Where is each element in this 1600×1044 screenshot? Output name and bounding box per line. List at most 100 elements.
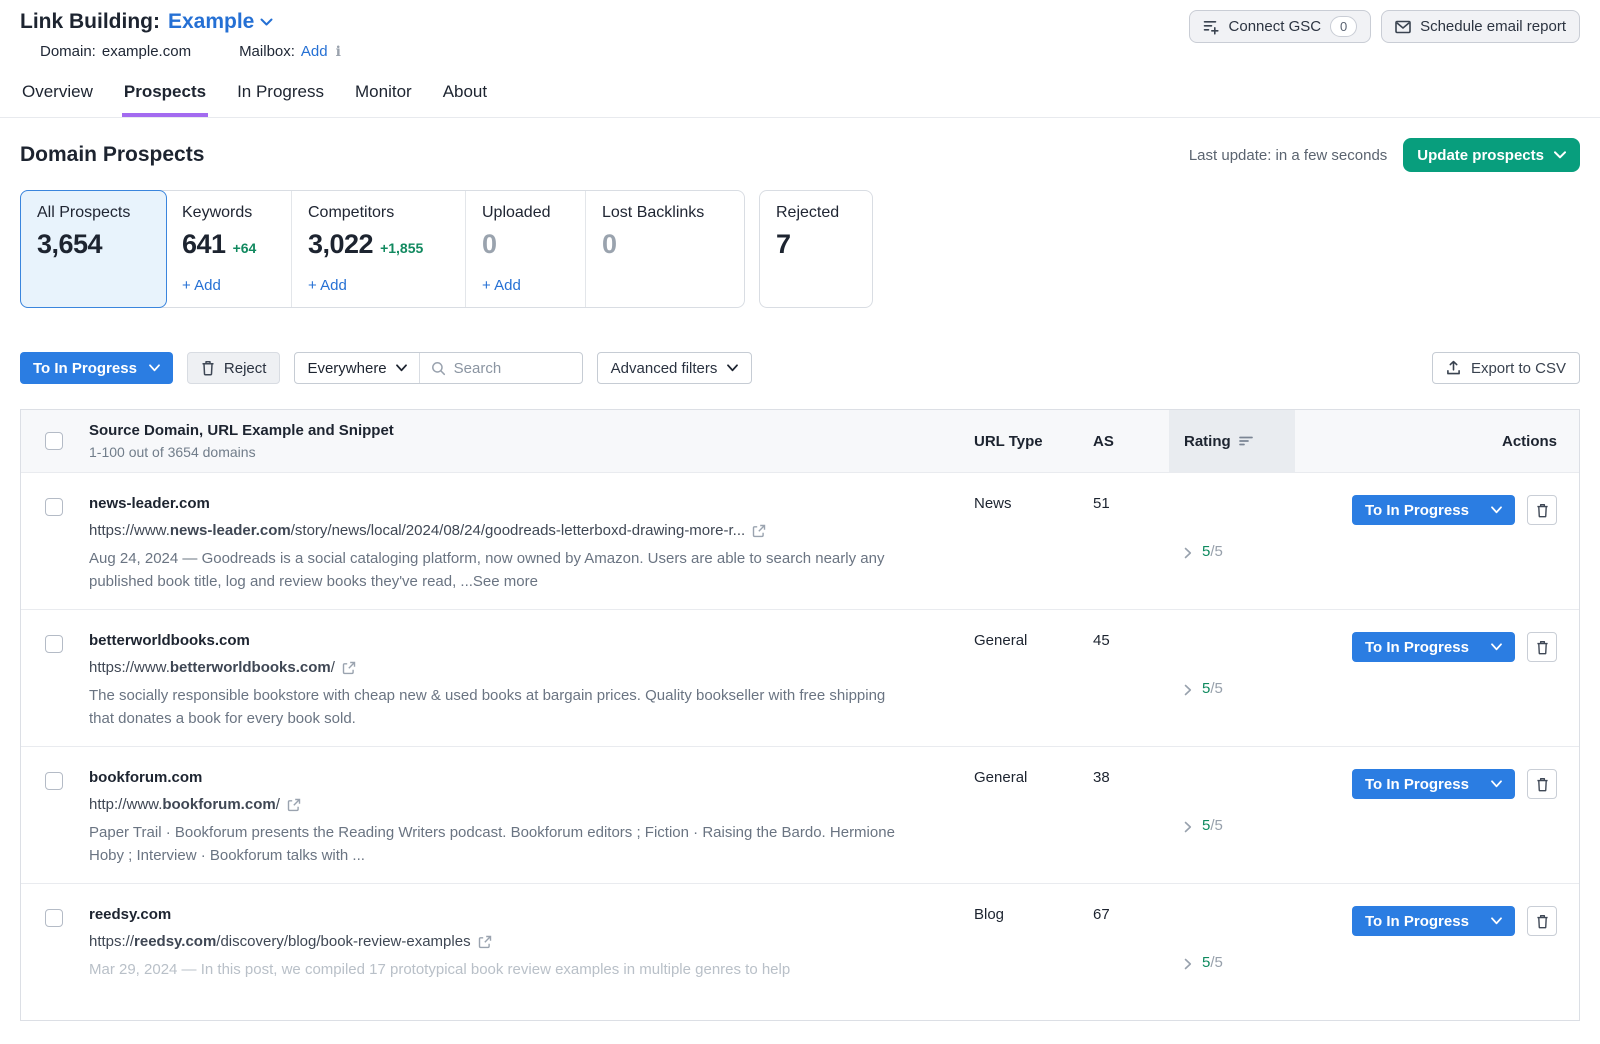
external-link-icon[interactable] bbox=[752, 524, 766, 538]
search-input[interactable] bbox=[454, 360, 564, 377]
reject-button[interactable]: Reject bbox=[187, 352, 281, 384]
url-example: https://reedsy.com/discovery/blog/book-r… bbox=[89, 933, 928, 950]
url-text: https://reedsy.com/discovery/blog/book-r… bbox=[89, 933, 471, 950]
row-delete-button[interactable] bbox=[1527, 632, 1557, 662]
chevron-down-icon bbox=[1554, 151, 1566, 159]
row-checkbox[interactable] bbox=[45, 772, 63, 790]
tab-in-progress[interactable]: In Progress bbox=[235, 80, 326, 117]
domain-value: example.com bbox=[102, 43, 191, 60]
as-value: 45 bbox=[1093, 632, 1110, 649]
page-title: Link Building: Example bbox=[20, 10, 361, 34]
row-checkbox[interactable] bbox=[45, 498, 63, 516]
header-buttons: Connect GSC 0 Schedule email report bbox=[1189, 10, 1580, 43]
external-link-icon[interactable] bbox=[342, 661, 356, 675]
row-checkbox[interactable] bbox=[45, 635, 63, 653]
mailbox-add-link[interactable]: Add bbox=[301, 43, 328, 60]
tab-about[interactable]: About bbox=[441, 80, 489, 117]
card-uploaded[interactable]: Uploaded 0 + Add bbox=[466, 191, 586, 307]
to-in-progress-label: To In Progress bbox=[33, 360, 137, 377]
url-example: https://www.betterworldbooks.com/ bbox=[89, 659, 928, 676]
source-domain: bookforum.com bbox=[89, 769, 928, 786]
top-header: Link Building: Example Domain: example.c… bbox=[0, 0, 1600, 60]
table-row: news-leader.com https://www.news-leader.… bbox=[21, 472, 1579, 609]
tab-monitor[interactable]: Monitor bbox=[353, 80, 414, 117]
external-link-icon[interactable] bbox=[287, 798, 301, 812]
row-checkbox[interactable] bbox=[45, 909, 63, 927]
card-keywords[interactable]: Keywords 641 +64 + Add bbox=[166, 191, 292, 307]
tab-prospects[interactable]: Prospects bbox=[122, 80, 208, 117]
card-value: 0 bbox=[602, 229, 617, 260]
row-action-label: To In Progress bbox=[1365, 639, 1469, 656]
card-rejected[interactable]: Rejected 7 bbox=[759, 190, 873, 308]
snippet-text: Mar 29, 2024 — In this post, we compiled… bbox=[89, 958, 909, 981]
add-keywords-link[interactable]: + Add bbox=[182, 277, 275, 294]
expand-rating-chevron-icon[interactable] bbox=[1184, 821, 1192, 833]
card-value: 3,022 bbox=[308, 229, 373, 260]
row-to-in-progress-button[interactable]: To In Progress bbox=[1352, 906, 1515, 936]
card-value: 641 bbox=[182, 229, 226, 260]
row-delete-button[interactable] bbox=[1527, 495, 1557, 525]
row-to-in-progress-button[interactable]: To In Progress bbox=[1352, 495, 1515, 525]
col-source-header: Source Domain, URL Example and Snippet bbox=[89, 422, 942, 439]
row-delete-button[interactable] bbox=[1527, 769, 1557, 799]
row-to-in-progress-button[interactable]: To In Progress bbox=[1352, 632, 1515, 662]
schedule-email-report-label: Schedule email report bbox=[1420, 18, 1566, 35]
add-uploaded-link[interactable]: + Add bbox=[482, 277, 569, 294]
url-text: https://www.news-leader.com/story/news/l… bbox=[89, 522, 745, 539]
expand-rating-chevron-icon[interactable] bbox=[1184, 684, 1192, 696]
chevron-down-icon bbox=[260, 18, 273, 27]
select-all-checkbox[interactable] bbox=[45, 432, 63, 450]
project-name: Example bbox=[168, 10, 254, 34]
card-all-prospects[interactable]: All Prospects 3,654 bbox=[20, 190, 167, 308]
chevron-down-icon bbox=[396, 364, 407, 372]
project-meta: Domain: example.com Mailbox: Add i bbox=[20, 34, 361, 60]
to-in-progress-bulk-button[interactable]: To In Progress bbox=[20, 352, 173, 384]
as-value: 38 bbox=[1093, 769, 1110, 786]
schedule-email-report-button[interactable]: Schedule email report bbox=[1381, 10, 1580, 43]
card-label: Rejected bbox=[776, 204, 856, 222]
chevron-down-icon bbox=[149, 364, 160, 372]
row-action-label: To In Progress bbox=[1365, 776, 1469, 793]
col-url-type-header: URL Type bbox=[958, 433, 1078, 450]
expand-rating-chevron-icon[interactable] bbox=[1184, 547, 1192, 559]
card-label: Competitors bbox=[308, 204, 449, 222]
cards-group: All Prospects 3,654 Keywords 641 +64 + A… bbox=[20, 190, 745, 308]
row-delete-button[interactable] bbox=[1527, 906, 1557, 936]
chevron-down-icon bbox=[727, 364, 738, 372]
search-scope-dropdown[interactable]: Everywhere bbox=[295, 353, 419, 383]
col-rating-header[interactable]: Rating bbox=[1169, 410, 1295, 472]
external-link-icon[interactable] bbox=[478, 935, 492, 949]
card-competitors[interactable]: Competitors 3,022 +1,855 + Add bbox=[292, 191, 466, 307]
chevron-down-icon bbox=[1491, 506, 1502, 514]
url-text: http://www.bookforum.com/ bbox=[89, 796, 280, 813]
export-to-csv-label: Export to CSV bbox=[1471, 360, 1566, 377]
info-icon[interactable]: i bbox=[334, 44, 341, 60]
reject-label: Reject bbox=[224, 360, 267, 377]
card-value: 3,654 bbox=[37, 229, 102, 260]
advanced-filters-dropdown[interactable]: Advanced filters bbox=[597, 352, 753, 384]
card-lost-backlinks[interactable]: Lost Backlinks 0 bbox=[586, 191, 744, 307]
domain-info: Domain: example.com bbox=[40, 43, 191, 60]
url-type-value: Blog bbox=[974, 906, 1004, 923]
row-to-in-progress-button[interactable]: To In Progress bbox=[1352, 769, 1515, 799]
update-prospects-button[interactable]: Update prospects bbox=[1403, 138, 1580, 172]
snippet-text: Paper Trail · Bookforum presents the Rea… bbox=[89, 821, 909, 867]
tab-overview[interactable]: Overview bbox=[20, 80, 95, 117]
last-update-text: Last update: in a few seconds bbox=[1189, 147, 1387, 164]
link-building-page: Link Building: Example Domain: example.c… bbox=[0, 0, 1600, 1044]
snippet-text: Aug 24, 2024 — Goodreads is a social cat… bbox=[89, 547, 909, 593]
page-title-text: Link Building: bbox=[20, 10, 160, 34]
prospects-table: Source Domain, URL Example and Snippet 1… bbox=[20, 409, 1580, 1021]
expand-rating-chevron-icon[interactable] bbox=[1184, 958, 1192, 970]
connect-gsc-button[interactable]: Connect GSC 0 bbox=[1189, 10, 1372, 43]
prospect-filter-cards: All Prospects 3,654 Keywords 641 +64 + A… bbox=[0, 172, 1600, 308]
envelope-icon bbox=[1395, 20, 1411, 34]
rating-value: 5/5 bbox=[1202, 680, 1223, 698]
mailbox-label: Mailbox: bbox=[239, 43, 295, 60]
mailbox-info: Mailbox: Add i bbox=[239, 43, 341, 60]
add-competitors-link[interactable]: + Add bbox=[308, 277, 449, 294]
url-type-value: General bbox=[974, 632, 1027, 649]
export-to-csv-button[interactable]: Export to CSV bbox=[1432, 352, 1580, 384]
project-selector[interactable]: Example bbox=[168, 10, 273, 34]
table-row: reedsy.com https://reedsy.com/discovery/… bbox=[21, 883, 1579, 1020]
